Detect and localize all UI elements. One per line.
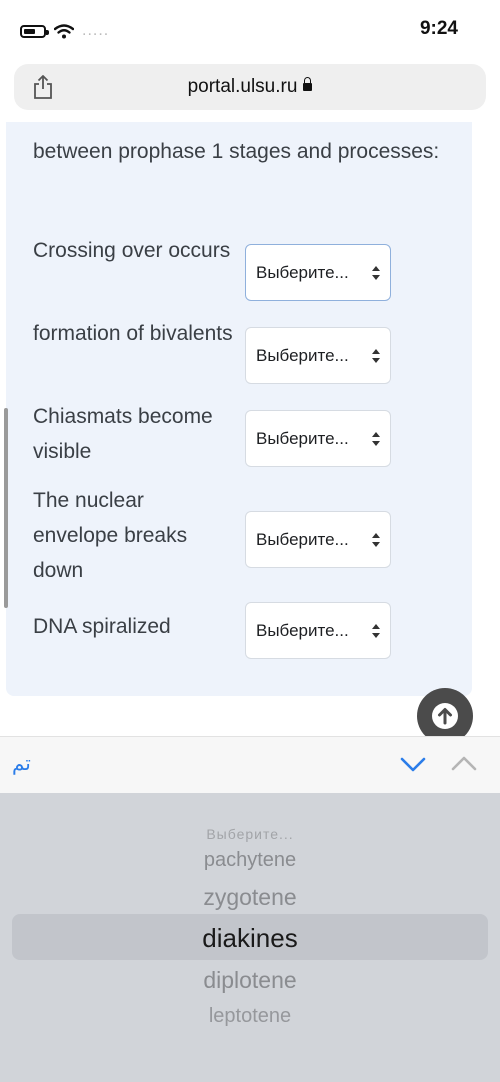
select-arrows-icon: [372, 349, 380, 363]
picker-option[interactable]: leptotene: [0, 1005, 500, 1028]
select-value: Выберите...: [256, 346, 349, 365]
row-label-formation-of-bivalents: formation of bivalents: [33, 322, 233, 345]
picker-option-selected[interactable]: diakines: [0, 923, 500, 954]
select-arrows-icon: [372, 624, 380, 638]
signal-dots: .....: [82, 22, 110, 39]
url-text: portal.ulsu.ru: [14, 76, 486, 98]
chevron-down-icon[interactable]: [399, 753, 427, 775]
picker-option[interactable]: zygotene: [0, 884, 500, 911]
select-dna-spiralized[interactable]: Выберите...: [245, 602, 391, 659]
select-chiasmats[interactable]: Выберите...: [245, 410, 391, 467]
select-value: Выберите...: [256, 530, 349, 549]
keyboard-accessory-bar: تم: [0, 736, 500, 793]
url-domain: portal.ulsu.ru: [187, 76, 298, 97]
row-label-chiasmats: Chiasmats become visible: [33, 405, 213, 463]
select-value: Выберите...: [256, 429, 349, 448]
select-arrows-icon: [372, 533, 380, 547]
picker-option[interactable]: Выберите...: [0, 826, 500, 842]
select-arrows-icon: [372, 266, 380, 280]
question-panel: between prophase 1 stages and processes:…: [6, 122, 472, 696]
select-value: Выберите...: [256, 621, 349, 640]
select-arrows-icon: [372, 432, 380, 446]
row-label-dna-spiralized: DNA spiralized: [33, 615, 171, 638]
address-bar[interactable]: portal.ulsu.ru: [14, 64, 486, 110]
option-picker[interactable]: Выберите... pachytene zygotene diakines …: [0, 793, 500, 1082]
picker-option[interactable]: pachytene: [0, 849, 500, 872]
wifi-icon: [54, 23, 74, 38]
status-bar: ..... 9:24: [0, 0, 500, 60]
arrow-up-icon: [432, 703, 458, 729]
lock-icon: [303, 77, 313, 91]
battery-icon: [20, 24, 49, 38]
chevron-up-icon[interactable]: [450, 753, 478, 775]
picker-option[interactable]: diplotene: [0, 967, 500, 994]
select-nuclear-envelope[interactable]: Выберите...: [245, 511, 391, 568]
row-label-crossing-over: Crossing over occurs: [33, 239, 231, 262]
status-icons: .....: [20, 22, 109, 40]
question-text: between prophase 1 stages and processes:: [33, 140, 440, 163]
clock: 9:24: [419, 18, 458, 39]
select-crossing-over[interactable]: Выберите...: [245, 244, 391, 301]
row-label-nuclear-envelope: The nuclear envelope breaks down: [33, 489, 188, 582]
done-button[interactable]: تم: [12, 751, 31, 775]
select-formation-of-bivalents[interactable]: Выберите...: [245, 327, 391, 384]
scroll-indicator[interactable]: [4, 408, 8, 608]
select-value: Выберите...: [256, 263, 349, 282]
